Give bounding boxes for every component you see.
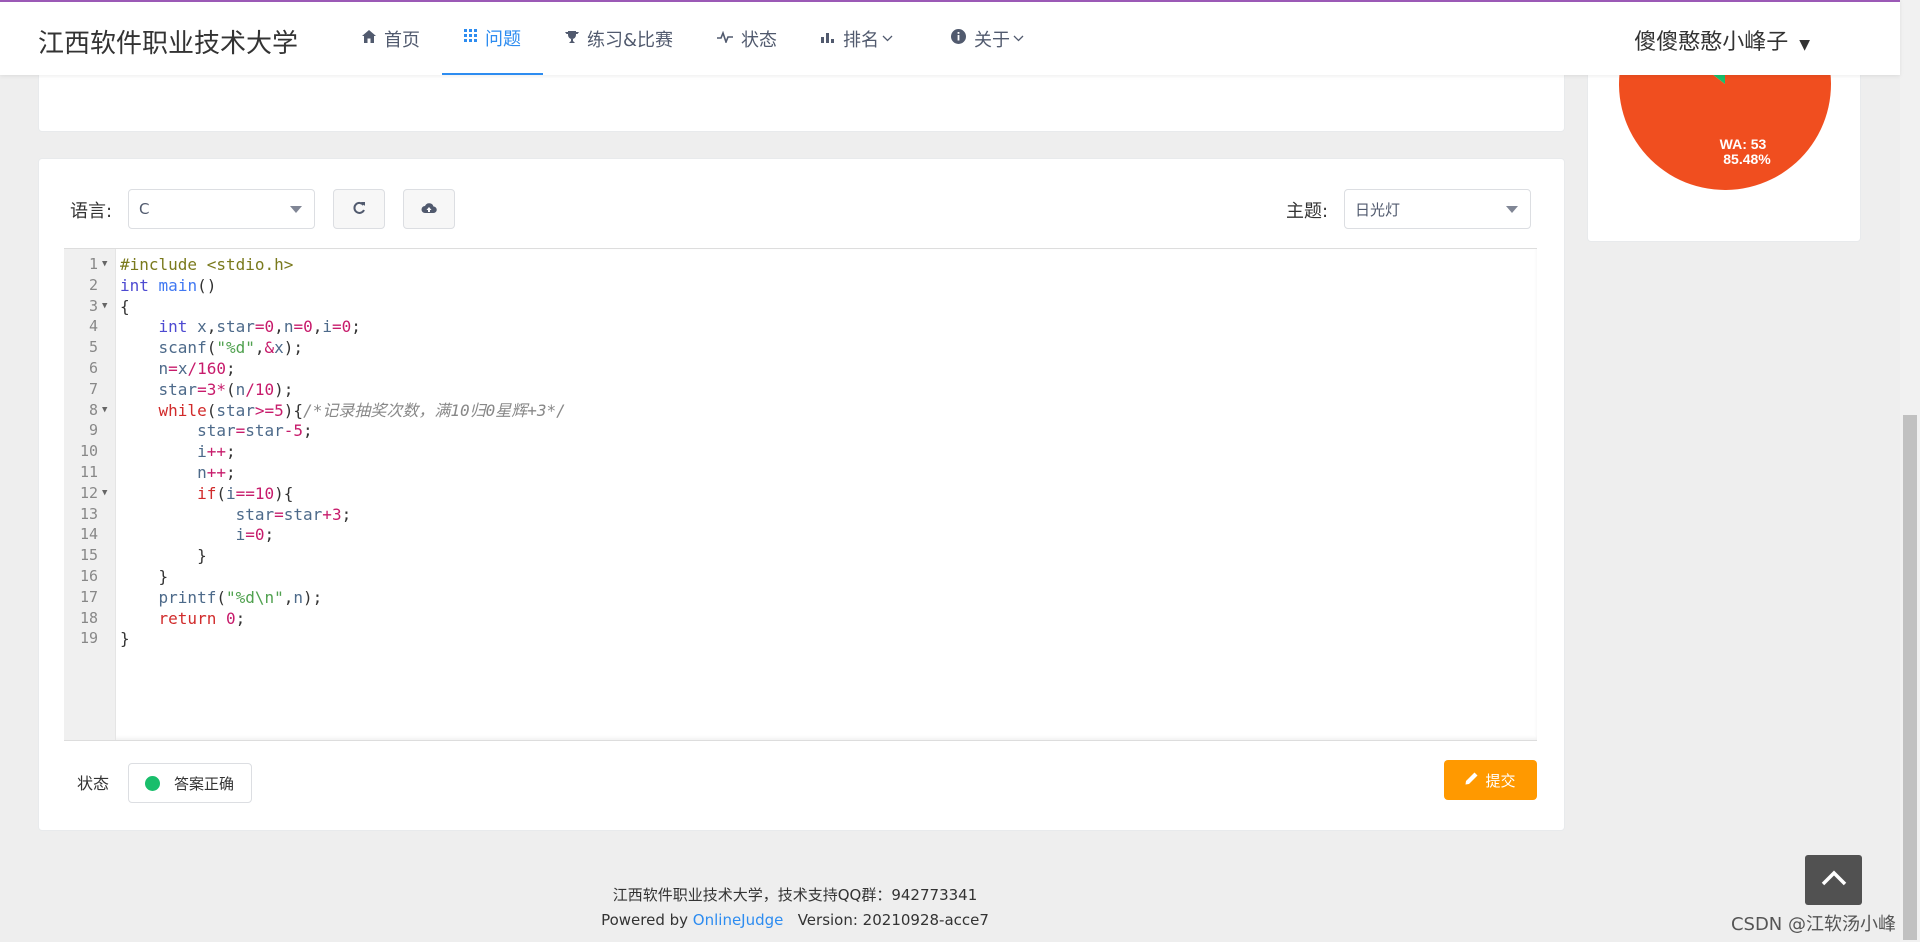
reset-code-button[interactable] [333,189,385,229]
trophy-icon [565,30,579,48]
code-line[interactable]: 19} [64,626,1537,651]
top-navbar: 江西软件职业技术大学 首页 问题 练习&比赛 状态 排名 关于 傻傻憨憨小峰子 … [0,0,1900,75]
scrollbar-thumb[interactable] [1903,415,1917,940]
username: 傻傻憨憨小峰子 [1634,30,1789,55]
submit-label: 提交 [1485,771,1516,790]
status-result[interactable]: 答案正确 [128,763,252,803]
code-text: } [120,629,130,649]
nav-status-label: 状态 [741,29,778,51]
pencil-icon [1465,771,1478,789]
grid-icon [464,29,477,46]
status-dot-icon [145,775,160,791]
home-icon [362,30,376,47]
chevron-up-icon [1821,870,1847,891]
main-nav: 首页 问题 练习&比赛 状态 排名 关于 [340,2,1046,75]
cloud-upload-icon [421,201,437,217]
footer-line2: Powered by OnlineJudge Version: 20210928… [0,908,1590,933]
refresh-icon [352,201,366,218]
upload-code-button[interactable] [403,189,455,229]
dropdown-arrow-icon [1506,206,1518,213]
submission-stats-card: WA: 53 85.48% [1587,60,1861,242]
page-scrollbar[interactable] [1900,0,1920,942]
pie-label-wa: WA: 53 [1720,136,1767,152]
nav-rank-label: 排名 [843,29,880,51]
chevron-down-icon [882,32,893,45]
nav-rank[interactable]: 排名 [799,2,915,75]
line-number: 19 [79,629,98,648]
site-brand[interactable]: 江西软件职业技术大学 [38,23,298,60]
nav-problems[interactable]: 问题 [442,2,543,75]
footer-powered-prefix: Powered by [601,911,693,929]
nav-home-label: 首页 [384,29,420,51]
footer: 江西软件职业技术大学，技术支持QQ群：942773341 Powered by … [0,883,1590,933]
submit-button[interactable]: 提交 [1444,760,1537,800]
language-select-value: C [139,200,150,218]
theme-select-value: 日光灯 [1355,200,1401,219]
footer-version: Version: 20210928-acce7 [797,911,989,929]
back-to-top-button[interactable] [1805,855,1862,905]
nav-status[interactable]: 状态 [695,2,799,75]
csdn-watermark: CSDN @江软汤小峰 [1730,914,1896,935]
language-select[interactable]: C [128,189,315,229]
nav-about-label: 关于 [974,29,1011,51]
nav-problems-label: 问题 [485,28,521,50]
submission-pie-chart: WA: 53 85.48% [1619,61,1831,190]
nav-home[interactable]: 首页 [340,2,442,75]
onlinejudge-link[interactable]: OnlineJudge [693,911,784,929]
theme-label: 主题: [1286,201,1329,222]
nav-contests[interactable]: 练习&比赛 [543,2,695,75]
status-label: 状态 [77,774,110,793]
caret-down-icon: ▼ [1799,37,1810,53]
language-label: 语言: [70,201,113,222]
user-menu[interactable]: 傻傻憨憨小峰子 ▼ [1634,24,1810,56]
info-icon [951,29,967,48]
theme-select[interactable]: 日光灯 [1344,189,1531,229]
bar-chart-icon [821,31,835,47]
footer-line1: 江西软件职业技术大学，技术支持QQ群：942773341 [612,886,978,904]
code-editor[interactable]: 1 ▼ #include <stdio.h> 2 int main() 3 ▼{4 int … [64,248,1537,741]
chevron-down-icon [1013,32,1024,45]
dropdown-arrow-icon [290,206,302,213]
nav-contests-label: 练习&比赛 [587,29,674,51]
pulse-icon [717,30,734,47]
status-value: 答案正确 [174,774,235,793]
pie-label-percent: 85.48% [1723,151,1771,167]
nav-about[interactable]: 关于 [929,2,1046,75]
